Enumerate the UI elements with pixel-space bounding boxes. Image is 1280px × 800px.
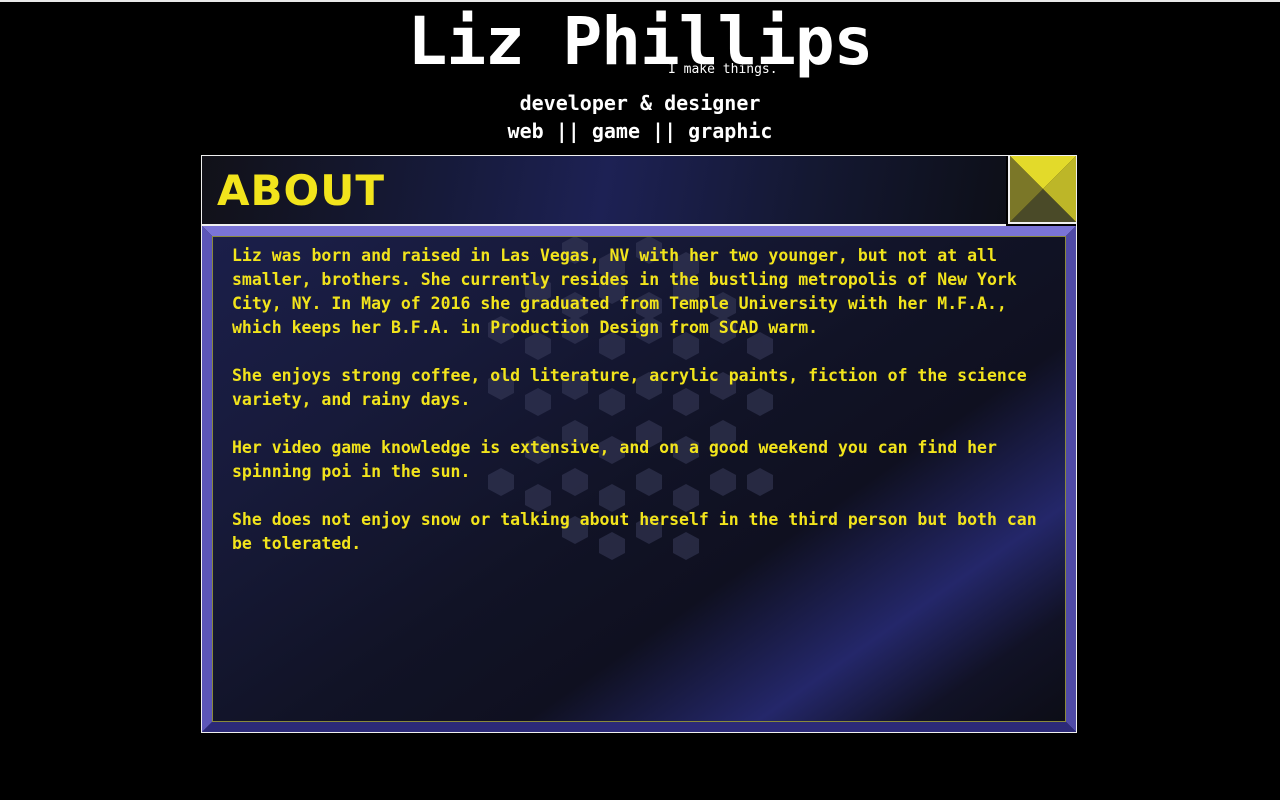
about-paragraph: Her video game knowledge is extensive, a… [232,438,997,481]
corner-nav-button[interactable] [1008,156,1076,224]
about-paragraph: She does not enjoy snow or talking about… [232,510,1037,553]
about-panel-body: Liz was born and raised in Las Vegas, NV… [202,226,1076,732]
disciplines-text: web || game || graphic [507,119,773,143]
site-header: Liz Phillips I make things. developer & … [0,0,1280,150]
about-heading: ABOUT [217,166,385,215]
tagline: I make things. [668,62,778,77]
about-panel-header: ABOUT [202,156,1006,226]
role-text: developer & designer [519,91,761,115]
diagonal-triangle-icon [1010,156,1076,222]
about-paragraph: She enjoys strong coffee, old literature… [232,366,1027,409]
about-panel: ABOUT Liz was born and raised in Las Veg… [201,155,1077,733]
about-paragraph: Liz was born and raised in Las Vegas, NV… [232,246,1017,337]
site-title[interactable]: Liz Phillips [0,4,1280,80]
about-text: Liz was born and raised in Las Vegas, NV… [232,244,1052,580]
